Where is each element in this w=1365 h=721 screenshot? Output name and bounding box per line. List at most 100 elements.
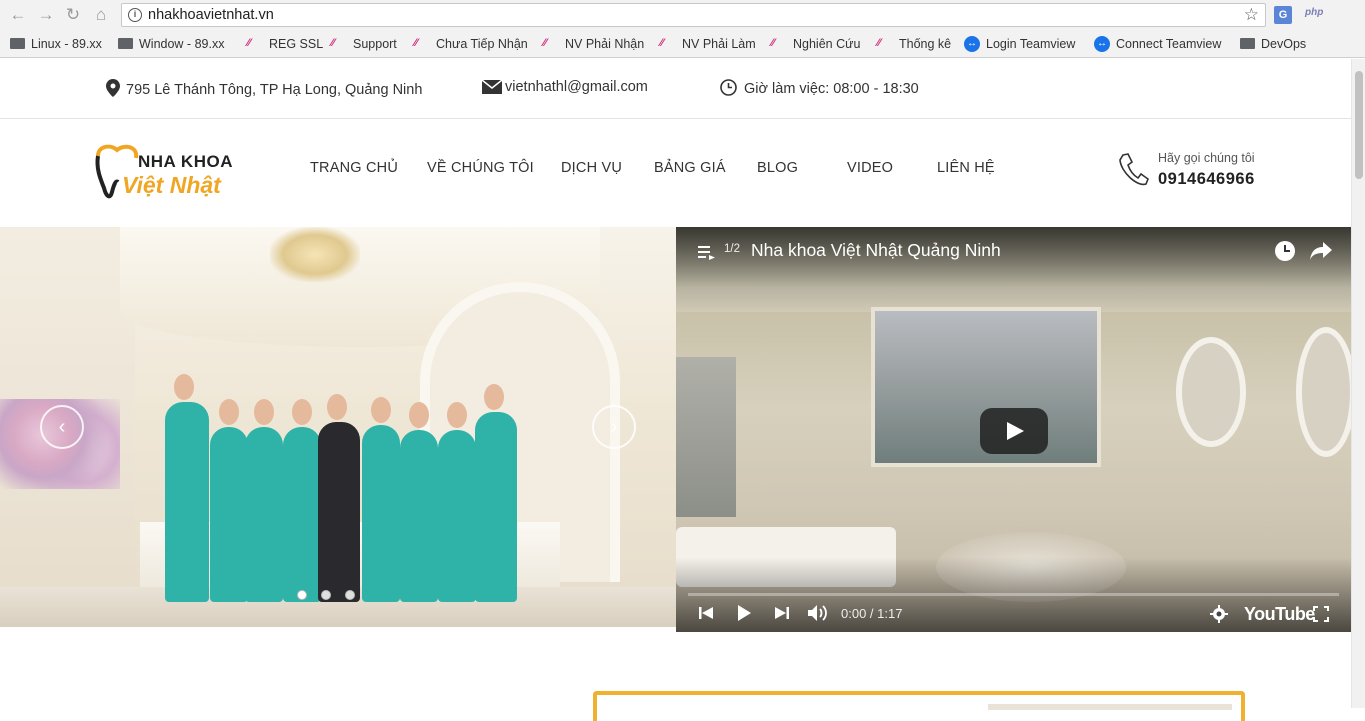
featured-image xyxy=(988,704,1232,710)
staff-person xyxy=(283,399,321,602)
browser-toolbar: ← → ↻ ⌂ i nhakhoavietnhat.vn ☆ G php xyxy=(0,0,1365,30)
email-icon xyxy=(481,79,503,94)
bookmark-item[interactable]: Linux - 89.xx xyxy=(10,35,102,53)
share-icon[interactable] xyxy=(1310,241,1332,261)
translate-icon[interactable]: G xyxy=(1274,6,1292,24)
video-progress-bar[interactable] xyxy=(688,593,1339,596)
nav-blog[interactable]: BLOG xyxy=(757,160,798,176)
bookmarks-bar: Linux - 89.xx Window - 89.xx ⁄⁄ REG SSL ⁄⁄ Su… xyxy=(0,30,1365,58)
staff-person xyxy=(245,399,283,602)
address-text: 795 Lê Thánh Tông, TP Hạ Long, Quảng Nin… xyxy=(126,82,423,98)
home-icon[interactable]: ⌂ xyxy=(91,5,111,25)
folder-icon xyxy=(10,38,25,50)
hero-slider[interactable]: ‹ › xyxy=(0,227,676,627)
php-icon[interactable]: php xyxy=(1305,7,1323,18)
video-scene-mirror xyxy=(1296,327,1351,457)
slider-dot[interactable] xyxy=(297,590,307,600)
bookmark-favicon-icon: ⁄⁄ xyxy=(660,36,664,49)
address-info: 795 Lê Thánh Tông, TP Hạ Long, Quảng Nin… xyxy=(106,79,422,98)
bookmark-label: Support xyxy=(353,37,397,51)
info-icon[interactable]: i xyxy=(128,8,142,22)
bookmark-label: Connect Teamview xyxy=(1116,37,1222,51)
bookmark-star-icon[interactable]: ☆ xyxy=(1244,5,1259,25)
watch-later-icon[interactable] xyxy=(1274,240,1296,262)
slide-chandelier xyxy=(270,227,360,282)
slider-dot[interactable] xyxy=(321,590,331,600)
reload-icon[interactable]: ↻ xyxy=(63,5,83,25)
folder-icon xyxy=(118,38,133,50)
call-us-label: Hãy gọi chúng tôi xyxy=(1158,151,1255,165)
nav-lien-he[interactable]: LIÊN HỆ xyxy=(937,160,995,176)
bookmark-favicon-icon: ⁄⁄ xyxy=(331,36,335,49)
bookmark-item[interactable]: ⁄⁄ Nghiên Cứu xyxy=(771,35,860,53)
video-title[interactable]: Nha khoa Việt Nhật Quảng Ninh xyxy=(751,240,1001,261)
teamviewer-icon: ↔ xyxy=(1094,35,1110,52)
bookmark-label: REG SSL xyxy=(269,37,324,51)
bookmark-item[interactable]: ⁄⁄ REG SSL xyxy=(247,35,323,53)
nav-dich-vu[interactable]: DỊCH VỤ xyxy=(561,160,622,176)
video-play-button[interactable] xyxy=(980,408,1048,454)
back-icon[interactable]: ← xyxy=(8,5,28,25)
bookmark-item[interactable]: DevOps xyxy=(1240,35,1306,53)
next-video-icon[interactable] xyxy=(774,604,790,622)
bookmark-item[interactable]: ⁄⁄ Support xyxy=(331,35,397,53)
nav-video[interactable]: VIDEO xyxy=(847,160,893,176)
scroll-thumb[interactable] xyxy=(1355,71,1363,179)
staff-person xyxy=(400,402,438,602)
video-scene-mirror xyxy=(1176,337,1246,447)
email-link[interactable]: vietnhathl@gmail.com xyxy=(505,79,648,95)
playlist-icon[interactable] xyxy=(698,244,716,260)
video-scene-window xyxy=(676,357,736,517)
staff-person xyxy=(318,394,360,602)
settings-gear-icon[interactable] xyxy=(1210,605,1228,623)
hours-text: Giờ làm việc: 08:00 - 18:30 xyxy=(744,81,919,97)
bookmark-item[interactable]: Window - 89.xx xyxy=(118,35,224,53)
teamviewer-icon: ↔ xyxy=(964,35,980,52)
previous-video-icon[interactable] xyxy=(698,604,714,622)
bookmark-item[interactable]: ↔ Login Teamview xyxy=(964,35,1075,53)
fullscreen-icon[interactable] xyxy=(1313,606,1329,622)
video-time: 0:00 / 1:17 xyxy=(841,606,903,621)
clock-icon xyxy=(720,79,737,96)
youtube-logo[interactable]: YouTube xyxy=(1244,604,1315,625)
volume-icon[interactable] xyxy=(807,604,829,622)
bookmark-favicon-icon: ⁄⁄ xyxy=(414,36,418,49)
staff-person xyxy=(165,374,209,602)
bookmark-item[interactable]: ↔ Connect Teamview xyxy=(1094,35,1221,53)
logo-line1: NHA KHOA xyxy=(138,152,233,171)
site-logo[interactable]: NHA KHOA Việt Nhật xyxy=(92,140,252,204)
hours-info: Giờ làm việc: 08:00 - 18:30 xyxy=(720,79,919,97)
bookmark-label: NV Phải Nhận xyxy=(565,37,645,51)
play-icon[interactable] xyxy=(736,604,752,622)
bookmark-favicon-icon: ⁄⁄ xyxy=(543,36,547,49)
folder-icon xyxy=(1240,38,1255,50)
bookmark-favicon-icon: ⁄⁄ xyxy=(771,36,775,49)
nav-trang-chu[interactable]: TRANG CHỦ xyxy=(310,160,398,176)
bookmark-label: Thống kê xyxy=(899,37,952,51)
phone-number[interactable]: 0914646966 xyxy=(1158,170,1255,189)
url-text[interactable]: nhakhoavietnhat.vn xyxy=(148,7,274,23)
bookmark-favicon-icon: ⁄⁄ xyxy=(247,36,251,49)
page-scrollbar[interactable] xyxy=(1351,59,1365,708)
bookmark-item[interactable]: ⁄⁄ NV Phải Làm xyxy=(660,35,756,53)
address-bar[interactable]: i nhakhoavietnhat.vn ☆ xyxy=(121,3,1266,27)
bookmark-label: NV Phải Làm xyxy=(682,37,756,51)
bookmark-label: DevOps xyxy=(1261,37,1307,51)
slider-dot[interactable] xyxy=(345,590,355,600)
staff-person xyxy=(210,399,248,602)
bookmark-item[interactable]: ⁄⁄ Chưa Tiếp Nhận xyxy=(414,35,528,53)
forward-icon[interactable]: → xyxy=(36,5,56,25)
youtube-player[interactable]: 1/2 Nha khoa Việt Nhật Quảng Ninh 0:00 /… xyxy=(676,227,1351,632)
bookmark-item[interactable]: ⁄⁄ Thống kê xyxy=(877,35,951,53)
bookmark-label: Nghiên Cứu xyxy=(793,37,861,51)
nav-ve-chung-toi[interactable]: VỀ CHÚNG TÔI xyxy=(427,160,534,176)
bookmark-label: Window - 89.xx xyxy=(139,37,225,51)
slider-prev-button[interactable]: ‹ xyxy=(40,405,84,449)
bookmark-label: Chưa Tiếp Nhận xyxy=(436,37,528,51)
staff-person xyxy=(438,402,476,602)
bookmark-item[interactable]: ⁄⁄ NV Phải Nhận xyxy=(543,35,644,53)
bookmark-favicon-icon: ⁄⁄ xyxy=(877,36,881,49)
slider-next-button[interactable]: › xyxy=(592,405,636,449)
location-pin-icon xyxy=(106,79,120,97)
nav-bang-gia[interactable]: BẢNG GIÁ xyxy=(654,160,726,176)
